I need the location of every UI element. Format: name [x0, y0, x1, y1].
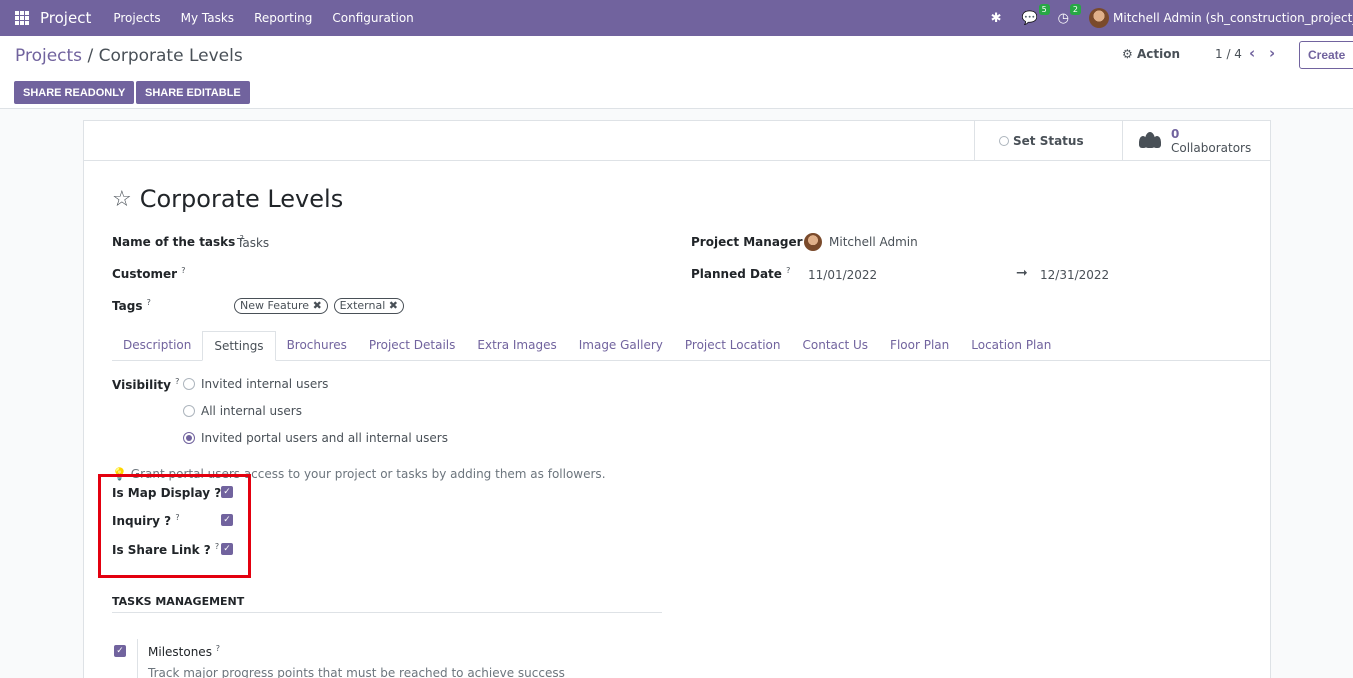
visibility-option-invited-internal[interactable]: Invited internal users: [183, 377, 328, 391]
tab-description[interactable]: Description: [112, 331, 202, 360]
users-icon: [1139, 131, 1161, 150]
is-map-display-label: Is Map Display ? ?: [112, 485, 230, 500]
radio-selected-icon: [183, 432, 195, 444]
action-menu[interactable]: ⚙ Action: [1122, 47, 1180, 61]
user-menu[interactable]: Mitchell Admin (sh_construction_project_…: [1113, 11, 1353, 25]
milestones-label: Milestones ?: [148, 644, 221, 659]
breadcrumb-projects[interactable]: Projects: [15, 46, 82, 66]
customer-label: Customer ?: [112, 266, 186, 281]
is-share-link-checkbox[interactable]: ✓: [221, 543, 233, 555]
breadcrumb: Projects / Corporate Levels: [15, 46, 243, 66]
visibility-option-all-internal[interactable]: All internal users: [183, 404, 302, 418]
tab-contact-us[interactable]: Contact Us: [792, 331, 880, 360]
tab-floor-plan[interactable]: Floor Plan: [879, 331, 960, 360]
is-map-display-checkbox[interactable]: ✓: [221, 486, 233, 498]
user-avatar[interactable]: [1089, 8, 1109, 28]
activities-clock-icon[interactable]: ◷ 2: [1058, 3, 1081, 26]
project-manager-field[interactable]: Mitchell Admin: [804, 233, 918, 251]
tab-project-details[interactable]: Project Details: [358, 331, 466, 360]
is-share-link-label: Is Share Link ? ?: [112, 542, 220, 557]
remove-tag-icon[interactable]: ✖: [389, 299, 398, 312]
tag-external[interactable]: External ✖: [333, 298, 404, 314]
create-button[interactable]: Create: [1299, 41, 1353, 69]
messages-badge: 5: [1038, 3, 1050, 15]
gear-icon: ⚙: [1122, 47, 1133, 61]
menu-configuration[interactable]: Configuration: [332, 11, 413, 25]
milestones-description: Track major progress points that must be…: [148, 666, 565, 678]
customer-input[interactable]: [237, 268, 517, 282]
activities-badge: 2: [1069, 3, 1081, 15]
project-manager-label: Project Manager ?: [691, 234, 811, 249]
milestones-checkbox[interactable]: ✓: [114, 645, 126, 657]
visibility-option-portal-and-internal[interactable]: Invited portal users and all internal us…: [183, 431, 448, 445]
collaborators-button[interactable]: 0 Collaborators: [1122, 121, 1270, 160]
button-box: Set Status 0 Collaborators: [84, 121, 1270, 161]
breadcrumb-current: Corporate Levels: [98, 46, 243, 66]
menu-projects[interactable]: Projects: [113, 11, 160, 25]
pager-previous-icon[interactable]: ‹: [1249, 44, 1255, 62]
radio-circle-icon: [183, 378, 195, 390]
tasks-management-heading: TASKS MANAGEMENT: [112, 595, 662, 613]
top-navbar: Project Projects My Tasks Reporting Conf…: [0, 0, 1353, 36]
tab-settings[interactable]: Settings: [202, 331, 276, 361]
pager-value[interactable]: 1 / 4: [1215, 47, 1242, 61]
bug-icon[interactable]: ✱: [991, 11, 1002, 26]
favorite-star-icon[interactable]: ☆: [112, 187, 132, 212]
tab-extra-images[interactable]: Extra Images: [466, 331, 567, 360]
form-sheet: Set Status 0 Collaborators ☆ Corporate L…: [83, 120, 1271, 678]
project-title[interactable]: Corporate Levels: [140, 185, 343, 213]
apps-grid-icon[interactable]: [15, 11, 29, 25]
radio-circle-icon: [183, 405, 195, 417]
tab-image-gallery[interactable]: Image Gallery: [568, 331, 674, 360]
app-brand[interactable]: Project: [40, 9, 91, 27]
tab-location-plan[interactable]: Location Plan: [960, 331, 1062, 360]
inquiry-checkbox[interactable]: ✓: [221, 514, 233, 526]
set-status-button[interactable]: Set Status: [974, 121, 1122, 160]
collaborators-label: Collaborators: [1171, 140, 1252, 155]
pager-next-icon[interactable]: ›: [1269, 44, 1275, 62]
menu-my-tasks[interactable]: My Tasks: [181, 11, 234, 25]
name-tasks-input[interactable]: Tasks: [237, 236, 269, 250]
share-readonly-button[interactable]: SHARE READONLY: [14, 81, 135, 104]
arrow-right-icon: ➞: [1016, 265, 1028, 281]
manager-avatar: [804, 233, 822, 251]
breadcrumb-separator: /: [87, 46, 94, 66]
remove-tag-icon[interactable]: ✖: [313, 299, 322, 312]
project-manager-value: Mitchell Admin: [829, 235, 918, 249]
tag-new-feature[interactable]: New Feature ✖: [234, 298, 328, 314]
set-status-label: Set Status: [1013, 133, 1084, 148]
share-editable-button[interactable]: SHARE EDITABLE: [136, 81, 250, 104]
status-circle-icon: [999, 135, 1009, 146]
tags-field[interactable]: New Feature ✖ External ✖: [234, 298, 406, 314]
tab-project-location[interactable]: Project Location: [674, 331, 792, 360]
name-tasks-label: Name of the tasks ?: [112, 234, 244, 249]
visibility-label: Visibility ?: [112, 377, 180, 392]
planned-end-input[interactable]: 12/31/2022: [1040, 268, 1109, 282]
notebook-tabs: Description Settings Brochures Project D…: [112, 331, 1270, 361]
tags-label: Tags ?: [112, 298, 151, 313]
planned-start-input[interactable]: 11/01/2022: [808, 268, 877, 282]
action-label: Action: [1136, 47, 1180, 61]
messages-icon[interactable]: 💬 5: [1021, 3, 1050, 26]
divider: [137, 639, 138, 678]
menu-reporting[interactable]: Reporting: [254, 11, 312, 25]
planned-date-label: Planned Date ?: [691, 266, 791, 281]
collaborators-count: 0: [1171, 126, 1180, 141]
inquiry-label: Inquiry ? ?: [112, 513, 180, 528]
control-panel: Projects / Corporate Levels ⚙ Action 1 /…: [0, 36, 1353, 109]
tab-brochures[interactable]: Brochures: [276, 331, 358, 360]
